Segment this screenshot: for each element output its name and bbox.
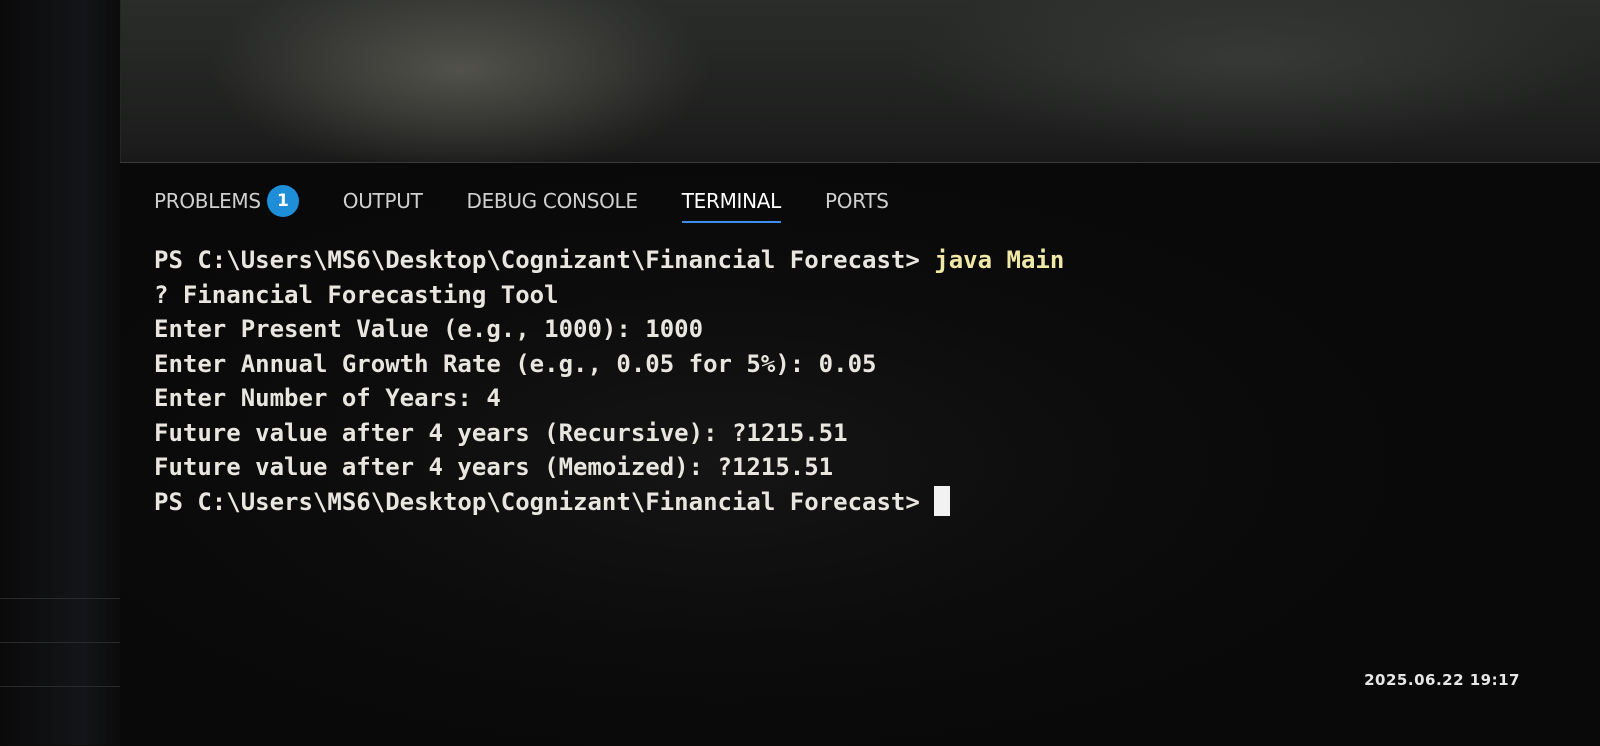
divider <box>0 686 120 687</box>
tab-problems[interactable]: PROBLEMS 1 <box>154 181 299 221</box>
tab-output[interactable]: OUTPUT <box>343 181 423 221</box>
left-activity-bar <box>0 0 121 745</box>
terminal-input-line[interactable]: PS C:\Users\MS6\Desktop\Cognizant\Financ… <box>154 485 1064 520</box>
terminal-final-prompt: PS C:\Users\MS6\Desktop\Cognizant\Financ… <box>154 487 920 516</box>
terminal-output-line: Future value after 4 years (Memoized): ?… <box>154 453 834 481</box>
terminal-output[interactable]: PS C:\Users\MS6\Desktop\Cognizant\Financ… <box>154 243 1064 519</box>
panel-tab-bar: PROBLEMS 1 OUTPUT DEBUG CONSOLE TERMINAL… <box>154 181 933 223</box>
terminal-prompt: PS C:\Users\MS6\Desktop\Cognizant\Financ… <box>154 246 920 274</box>
tab-output-label: OUTPUT <box>342 189 423 213</box>
terminal-output-line: Future value after 4 years (Recursive): … <box>154 418 848 447</box>
tab-ports[interactable]: PORTS <box>825 181 889 221</box>
terminal-command: java Main <box>934 246 1065 274</box>
divider <box>0 642 120 643</box>
tab-problems-label: PROBLEMS <box>154 189 261 213</box>
terminal-output-line: Enter Number of Years: 4 <box>154 384 501 412</box>
tab-ports-label: PORTS <box>825 189 889 213</box>
bottom-panel: PROBLEMS 1 OUTPUT DEBUG CONSOLE TERMINAL… <box>120 162 1600 746</box>
terminal-command-line: PS C:\Users\MS6\Desktop\Cognizant\Financ… <box>154 243 1064 278</box>
photo-timestamp: 2025.06.22 19:17 <box>1364 671 1520 689</box>
tab-terminal-label: TERMINAL <box>681 189 782 213</box>
terminal-output-line: Enter Annual Growth Rate (e.g., 0.05 for… <box>154 349 877 378</box>
tab-debug-console[interactable]: DEBUG CONSOLE <box>466 181 638 221</box>
terminal-output-line: Enter Present Value (e.g., 1000): 1000 <box>154 315 704 343</box>
divider <box>0 598 120 599</box>
problems-count-badge: 1 <box>266 185 299 217</box>
terminal-output-line: ? Financial Forecasting Tool <box>154 280 559 309</box>
terminal-cursor <box>933 485 950 516</box>
tab-terminal[interactable]: TERMINAL <box>681 181 782 223</box>
tab-debug-console-label: DEBUG CONSOLE <box>466 189 638 213</box>
